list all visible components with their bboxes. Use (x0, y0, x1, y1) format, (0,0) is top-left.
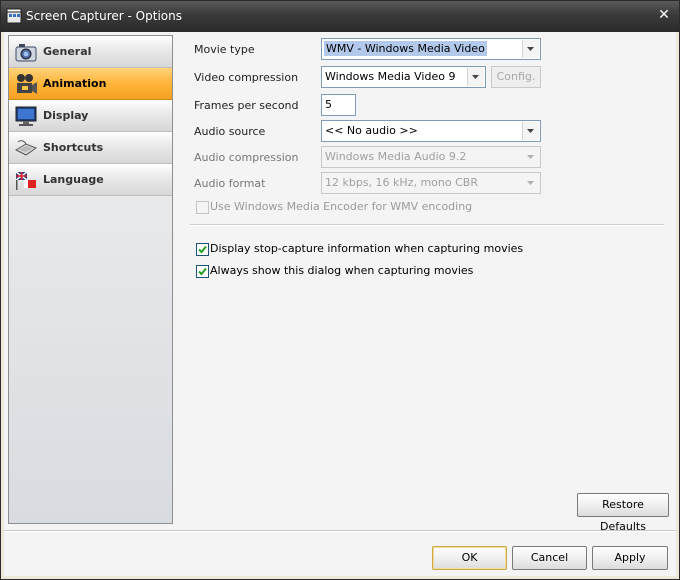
dialog-client: General Animation Display Shortcuts Lang… (4, 32, 676, 576)
ok-button[interactable]: OK (432, 546, 507, 570)
fps-label: Frames per second (194, 99, 299, 112)
sidebar-item-label: Display (43, 109, 89, 122)
sidebar-item-label: Animation (43, 77, 107, 90)
display-stop-info-label: Display stop-capture information when ca… (210, 242, 524, 255)
video-compression-value: Windows Media Video 9 (325, 70, 456, 83)
title-bar[interactable]: Screen Capturer - Options ✕ (1, 1, 679, 32)
audio-format-value: 12 kbps, 16 kHz, mono CBR (325, 176, 478, 189)
checkmark-icon (198, 267, 207, 276)
sidebar-item-label: Shortcuts (43, 141, 104, 154)
options-window: Screen Capturer - Options ✕ General Anim… (0, 0, 680, 580)
close-button[interactable]: ✕ (657, 7, 671, 23)
movie-type-select[interactable]: WMV - Windows Media Video (321, 38, 541, 60)
fps-input[interactable]: 5 (321, 94, 356, 116)
audio-compression-label: Audio compression (194, 151, 299, 164)
chevron-down-icon (527, 181, 534, 185)
audio-source-select[interactable]: << No audio >> (321, 120, 541, 142)
use-encoder-label: Use Windows Media Encoder for WMV encodi… (210, 200, 473, 213)
checkbox-box[interactable] (196, 201, 209, 214)
checkbox-box[interactable] (196, 243, 209, 256)
checkmark-icon (198, 245, 207, 254)
chevron-down-icon (527, 129, 534, 133)
audio-format-label: Audio format (194, 177, 266, 190)
sidebar-item-general[interactable]: General (9, 36, 172, 68)
audio-compression-select[interactable]: Windows Media Audio 9.2 (321, 146, 541, 168)
camera-icon (15, 44, 37, 62)
checkbox-box[interactable] (196, 265, 209, 278)
flag-icon (15, 171, 36, 190)
monitor-icon (15, 106, 37, 126)
restore-defaults-button[interactable]: Restore Defaults (577, 493, 669, 533)
video-compression-label: Video compression (194, 71, 299, 84)
chevron-down-icon (527, 155, 534, 159)
video-compression-select[interactable]: Windows Media Video 9 (321, 66, 486, 88)
sidebar-item-shortcuts[interactable]: Shortcuts (9, 132, 172, 164)
audio-source-label: Audio source (194, 125, 266, 138)
audio-format-select[interactable]: 12 kbps, 16 kHz, mono CBR (321, 172, 541, 194)
movie-type-value: WMV - Windows Media Video (324, 41, 487, 56)
audio-compression-value: Windows Media Audio 9.2 (325, 150, 467, 163)
keyboard-icon (14, 140, 38, 156)
footer-divider (4, 530, 676, 532)
movie-type-label: Movie type (194, 43, 255, 56)
chevron-down-icon (527, 47, 534, 51)
sidebar-item-language[interactable]: Language (9, 164, 172, 196)
sidebar-item-label: Language (43, 173, 104, 186)
config-button[interactable]: Config. (491, 66, 541, 88)
dropdown-button[interactable] (467, 68, 484, 86)
fps-value: 5 (325, 98, 332, 111)
dropdown-button[interactable] (522, 122, 539, 140)
film-clapper-icon (6, 8, 22, 24)
close-icon: ✕ (658, 7, 670, 23)
dropdown-button[interactable] (523, 148, 539, 166)
dropdown-button[interactable] (522, 40, 539, 58)
sidebar-item-display[interactable]: Display (9, 100, 172, 132)
category-sidebar: General Animation Display Shortcuts Lang… (8, 35, 173, 524)
chevron-down-icon (472, 75, 479, 79)
window-title: Screen Capturer - Options (26, 9, 182, 23)
apply-button[interactable]: Apply (592, 546, 668, 570)
sidebar-item-label: General (43, 45, 92, 58)
film-camera-icon (17, 74, 37, 94)
audio-source-value: << No audio >> (325, 124, 418, 137)
always-show-dialog-label: Always show this dialog when capturing m… (210, 264, 474, 277)
cancel-button[interactable]: Cancel (512, 546, 587, 570)
dropdown-button[interactable] (523, 174, 539, 192)
divider (190, 224, 664, 226)
sidebar-item-animation[interactable]: Animation (9, 68, 172, 100)
